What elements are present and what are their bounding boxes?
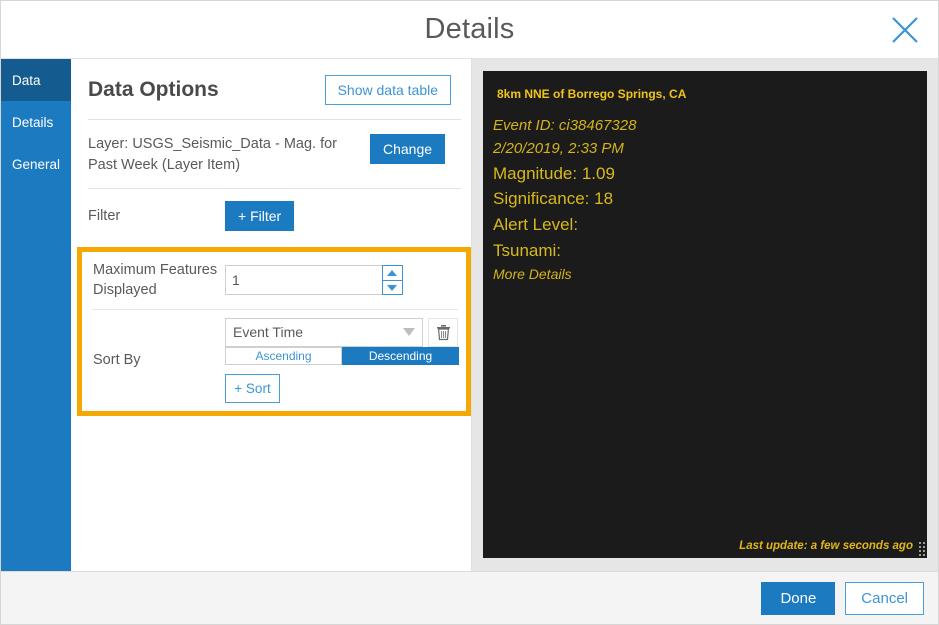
close-icon[interactable] xyxy=(886,11,924,49)
done-button[interactable]: Done xyxy=(761,582,835,615)
popup-line-significance: Significance: 18 xyxy=(493,186,927,212)
highlighted-settings-group: Maximum Features Displayed xyxy=(77,247,471,416)
popup-line-alert-level: Alert Level: xyxy=(493,212,927,238)
popup-title: 8km NNE of Borrego Springs, CA xyxy=(483,71,927,101)
max-features-stepper[interactable] xyxy=(225,265,403,295)
change-layer-button[interactable]: Change xyxy=(370,134,445,164)
popup-line-datetime: 2/20/2019, 2:33 PM xyxy=(493,138,927,161)
sort-by-label: Sort By xyxy=(93,350,225,370)
sort-by-row: Sort By Event Time xyxy=(82,310,466,412)
filter-row: Filter + Filter xyxy=(71,189,471,243)
sort-field-value: Event Time xyxy=(233,324,303,340)
data-options-heading: Data Options xyxy=(88,78,219,102)
sort-descending-option[interactable]: Descending xyxy=(342,347,459,365)
stepper-increment-button[interactable] xyxy=(383,266,402,281)
sidebar-item-details[interactable]: Details xyxy=(1,101,71,143)
popup-attribute-list: Event ID: ci38467328 2/20/2019, 2:33 PM … xyxy=(483,101,927,285)
sidebar-item-general[interactable]: General xyxy=(1,143,71,185)
chevron-down-icon xyxy=(403,328,415,336)
resize-grip-icon[interactable] xyxy=(919,542,926,556)
popup-more-details-link[interactable]: More Details xyxy=(493,264,927,285)
layer-row: Layer: USGS_Seismic_Data - Mag. for Past… xyxy=(71,120,471,188)
add-filter-button[interactable]: + Filter xyxy=(225,201,294,231)
max-features-label: Maximum Features Displayed xyxy=(93,260,225,301)
data-options-pane: Data Options Show data table Layer: USGS… xyxy=(71,59,472,571)
dialog-body: Data Details General Data Options Show d… xyxy=(1,59,938,571)
popup-last-update: Last update: a few seconds ago xyxy=(739,540,913,552)
triangle-down-icon xyxy=(387,285,397,291)
data-options-header: Data Options Show data table xyxy=(71,59,471,119)
popup-preview-pane: 8km NNE of Borrego Springs, CA Event ID:… xyxy=(472,59,938,571)
dialog-header: Details xyxy=(1,1,938,59)
popup-line-event-id: Event ID: ci38467328 xyxy=(493,115,927,138)
popup-line-magnitude: Magnitude: 1.09 xyxy=(493,161,927,187)
max-features-input[interactable] xyxy=(225,265,382,295)
sidebar-item-label: General xyxy=(12,157,60,172)
triangle-up-icon xyxy=(387,270,397,276)
show-data-table-button[interactable]: Show data table xyxy=(325,75,451,105)
popup-card: 8km NNE of Borrego Springs, CA Event ID:… xyxy=(483,71,927,558)
trash-icon xyxy=(436,324,451,341)
details-dialog: Details Data Details General Data Optio xyxy=(0,0,939,625)
sidebar-item-data[interactable]: Data xyxy=(1,59,71,101)
dialog-footer: Done Cancel xyxy=(1,571,938,624)
sort-ascending-option[interactable]: Ascending xyxy=(225,347,342,365)
page-title: Details xyxy=(1,13,938,46)
sort-direction-toggle[interactable]: Ascending Descending xyxy=(225,347,459,365)
sidebar-tabs: Data Details General xyxy=(1,59,71,571)
sidebar-item-label: Data xyxy=(12,73,41,88)
cancel-button[interactable]: Cancel xyxy=(845,582,924,615)
popup-line-tsunami: Tsunami: xyxy=(493,238,927,264)
stepper-decrement-button[interactable] xyxy=(383,281,402,295)
sort-field-select[interactable]: Event Time xyxy=(225,318,423,347)
sidebar-item-label: Details xyxy=(12,115,53,130)
sort-controls: Event Time xyxy=(225,318,459,404)
delete-sort-button[interactable] xyxy=(428,318,458,347)
layer-label: Layer: USGS_Seismic_Data - Mag. for Past… xyxy=(88,134,370,176)
max-features-row: Maximum Features Displayed xyxy=(82,252,466,309)
filter-label: Filter xyxy=(88,206,225,227)
add-sort-button[interactable]: + Sort xyxy=(225,374,280,404)
